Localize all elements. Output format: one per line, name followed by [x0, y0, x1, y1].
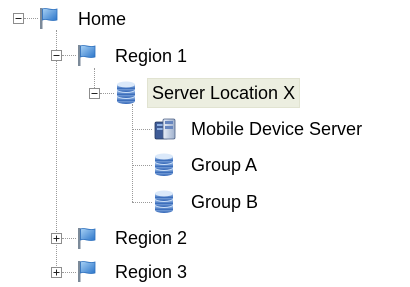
tree-connector-line [100, 93, 114, 94]
tree-connector-line [132, 104, 133, 202]
plus-icon [53, 235, 60, 242]
tree-connector-line [62, 55, 76, 56]
minus-icon [91, 93, 98, 94]
tree-connector-line [132, 129, 152, 130]
tree-node-server-location[interactable]: Server Location X [147, 78, 301, 108]
tree-node-region-2[interactable]: Region 2 [111, 224, 191, 252]
flag-icon [76, 259, 98, 283]
tree-connector-line [132, 165, 152, 166]
tree-connector-line [62, 272, 76, 273]
tree-connector-line [132, 202, 152, 203]
minus-icon [15, 18, 22, 19]
plus-icon [53, 269, 60, 276]
minus-icon [53, 55, 60, 56]
flag-icon [76, 226, 98, 250]
flag-icon [38, 6, 60, 30]
tree-view: Home Region 1 Server Location X Mobile D… [0, 0, 410, 287]
expand-toggle-region-3[interactable] [51, 267, 62, 278]
tree-connector-line [62, 238, 76, 239]
flag-icon [76, 43, 98, 67]
tree-node-group-b[interactable]: Group B [187, 188, 262, 216]
collapse-toggle-region-1[interactable] [51, 50, 62, 61]
tree-node-region-1[interactable]: Region 1 [111, 42, 191, 70]
tree-node-home[interactable]: Home [74, 5, 130, 33]
tree-node-group-a[interactable]: Group A [187, 151, 261, 179]
collapse-toggle-server-location[interactable] [89, 88, 100, 99]
tree-connector-line [24, 18, 38, 19]
tree-node-mobile-device-server[interactable]: Mobile Device Server [187, 115, 366, 143]
server-stack-icon [115, 81, 137, 105]
server-group-icon [153, 153, 175, 177]
server-group-icon [153, 190, 175, 214]
collapse-toggle-home[interactable] [13, 13, 24, 24]
server-icon [153, 117, 177, 141]
expand-toggle-region-2[interactable] [51, 233, 62, 244]
tree-node-region-3[interactable]: Region 3 [111, 258, 191, 286]
